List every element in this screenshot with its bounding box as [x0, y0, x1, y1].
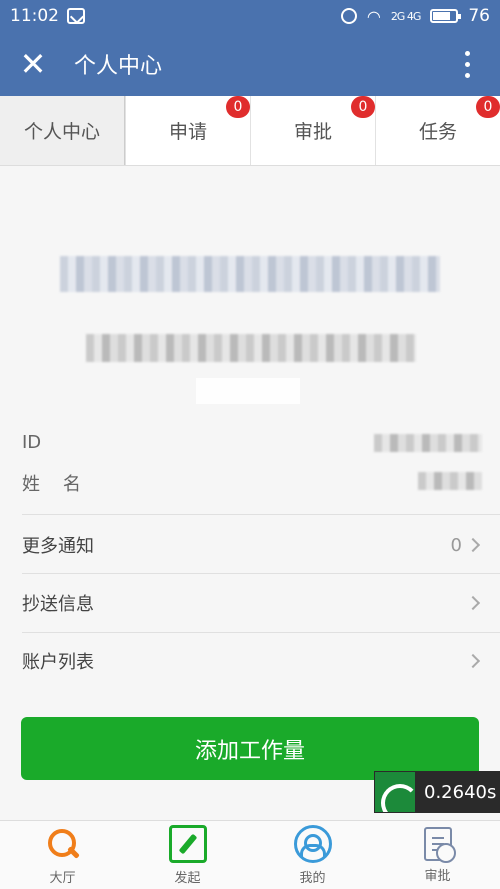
- count-badge: 0: [476, 96, 500, 118]
- redacted-department: [86, 334, 416, 362]
- tab-approve[interactable]: 审批 0: [250, 96, 375, 165]
- menu-item-label: 账户列表: [22, 652, 94, 673]
- alarm-icon: [340, 8, 357, 24]
- tab-label: 审批: [293, 121, 332, 143]
- status-time: 11:02: [10, 6, 59, 26]
- more-menu-button[interactable]: [434, 32, 500, 96]
- bottom-nav: 大厅 发起 我的 审批: [0, 820, 500, 889]
- menu-item-accounts[interactable]: 账户列表: [0, 632, 500, 690]
- timer-overlay: 0.2640s: [374, 771, 500, 813]
- status-icons: ◠ 2G 4G 76: [340, 6, 490, 26]
- chevron-right-icon: [465, 595, 481, 611]
- count-badge: 0: [351, 96, 375, 118]
- close-icon: ✕: [19, 45, 47, 83]
- notification-count: 0: [450, 534, 462, 556]
- menu-item-label: 更多通知: [22, 536, 94, 557]
- redacted-company-name: [60, 256, 440, 292]
- dot: [464, 50, 470, 56]
- nav-mine[interactable]: 我的: [250, 821, 375, 889]
- menu-item-cc-info[interactable]: 抄送信息: [0, 574, 500, 632]
- battery-level: 76: [468, 6, 490, 26]
- nav-initiate[interactable]: 发起: [125, 821, 250, 889]
- close-button[interactable]: ✕: [0, 32, 66, 96]
- battery-icon: [430, 9, 462, 23]
- redacted-id-value: [374, 434, 482, 452]
- menu-item-notifications[interactable]: 更多通知 0: [0, 516, 500, 574]
- approve-icon: [423, 826, 456, 863]
- tab-tasks[interactable]: 任务 0: [375, 96, 500, 165]
- name-label: 姓 名: [22, 474, 81, 495]
- tab-label: 个人中心: [23, 121, 100, 143]
- tab-label: 任务: [418, 121, 457, 143]
- tab-apply[interactable]: 申请 0: [125, 96, 250, 165]
- redacted-name-value: [418, 472, 482, 490]
- dot: [464, 61, 470, 67]
- nav-label: 审批: [424, 868, 451, 884]
- nav-approve[interactable]: 审批: [375, 821, 500, 889]
- battery-fill: [433, 12, 451, 20]
- app-header: ✕ 个人中心: [0, 32, 500, 96]
- tab-profile[interactable]: 个人中心: [0, 96, 125, 165]
- wifi-icon: ◠: [366, 6, 381, 26]
- menu-item-right: 0: [450, 534, 481, 556]
- count-badge: 0: [226, 96, 250, 118]
- page-title: 个人中心: [74, 54, 163, 79]
- notification-icon: [67, 8, 85, 24]
- status-bar: 11:02 ◠ 2G 4G 76: [0, 0, 500, 32]
- menu-item-right: [465, 595, 481, 611]
- divider: [22, 514, 500, 515]
- timer-value: 0.2640s: [424, 781, 497, 803]
- signal-icon: 2G 4G: [390, 9, 422, 23]
- tab-label: 申请: [168, 121, 207, 143]
- nav-hall[interactable]: 大厅: [0, 821, 125, 889]
- chevron-right-icon: [465, 653, 481, 669]
- user-icon: [293, 824, 332, 863]
- nav-label: 我的: [299, 870, 326, 886]
- tab-bar: 个人中心 申请 0 审批 0 任务 0: [0, 96, 500, 166]
- edit-icon: [168, 824, 207, 863]
- menu-item-right: [465, 653, 481, 669]
- dot: [464, 72, 470, 78]
- nav-label: 发起: [174, 870, 201, 886]
- profile-content: ID 姓 名 更多通知 0 抄送信息 账户列表 添加工作量: [0, 166, 500, 820]
- id-label: ID: [22, 432, 42, 453]
- chevron-right-icon: [465, 537, 481, 553]
- redacted-field: [196, 378, 300, 404]
- nav-label: 大厅: [49, 870, 76, 886]
- menu-item-label: 抄送信息: [22, 594, 94, 615]
- app-logo-icon: [375, 772, 415, 812]
- search-icon: [44, 825, 82, 863]
